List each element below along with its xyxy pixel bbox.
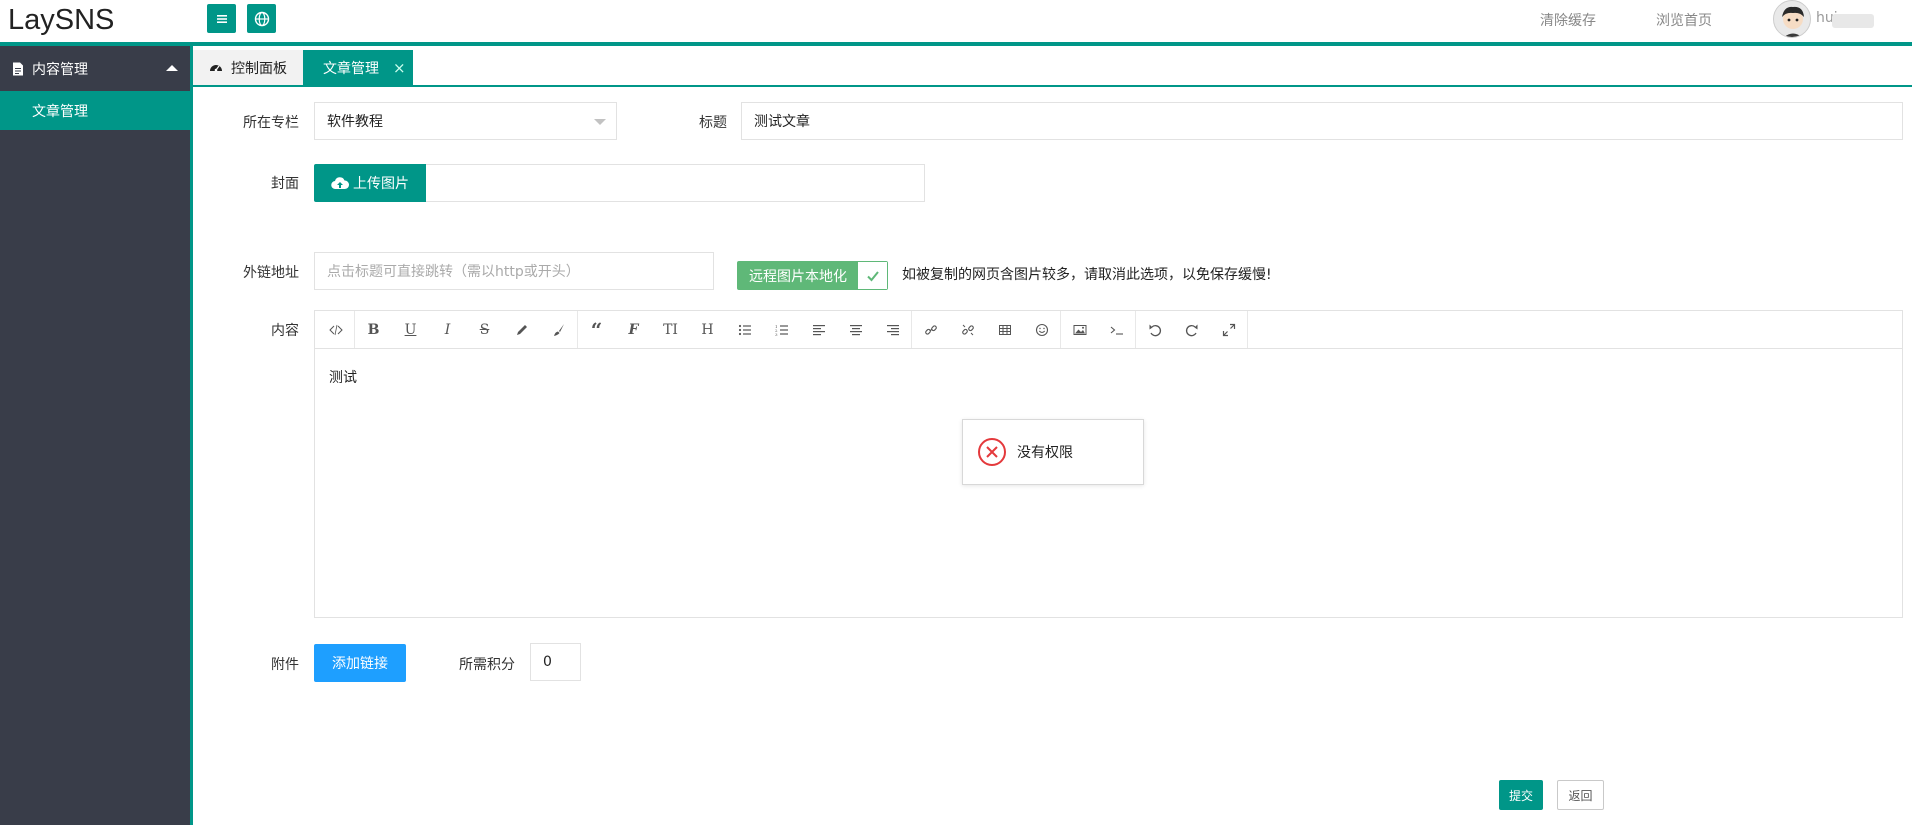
- align-right-icon[interactable]: [874, 311, 911, 348]
- cover-path-field[interactable]: [426, 164, 925, 202]
- font-icon[interactable]: F: [615, 311, 652, 348]
- avatar[interactable]: [1773, 0, 1811, 38]
- editor-content[interactable]: 测试: [315, 349, 1902, 405]
- editor-toolbar: B U I S “ F TI H 123: [315, 311, 1902, 349]
- document-icon: [13, 62, 23, 75]
- heading-icon[interactable]: H: [689, 311, 726, 348]
- bold-icon[interactable]: B: [355, 311, 392, 348]
- title-input-value: 测试文章: [754, 114, 810, 130]
- points-input[interactable]: 0: [530, 643, 581, 681]
- content-label: 内容: [271, 323, 299, 339]
- clear-cache-link[interactable]: 清除缓存: [1540, 10, 1596, 30]
- localize-hint: 如被复制的网页含图片较多，请取消此选项，以免保存缓慢!: [902, 267, 1272, 283]
- sidebar-group-content[interactable]: 内容管理: [0, 46, 190, 91]
- unordered-list-icon[interactable]: [726, 311, 763, 348]
- title-input[interactable]: 测试文章: [741, 102, 1903, 140]
- emoji-icon[interactable]: [1023, 311, 1060, 348]
- sidebar-group-label: 内容管理: [32, 61, 88, 78]
- pencil-icon[interactable]: [503, 311, 540, 348]
- check-icon: [858, 262, 887, 289]
- globe-icon: [254, 11, 269, 26]
- unlink-icon[interactable]: [949, 311, 986, 348]
- terminal-icon[interactable]: [1098, 311, 1135, 348]
- globe-button[interactable]: [247, 4, 276, 33]
- quote-icon[interactable]: “: [578, 311, 615, 348]
- menu-toggle-button[interactable]: [207, 4, 236, 33]
- tab-article-management[interactable]: 文章管理 ×: [303, 50, 413, 85]
- browse-home-link[interactable]: 浏览首页: [1656, 10, 1712, 30]
- tab-dashboard[interactable]: 控制面板: [193, 50, 303, 85]
- sidebar: 内容管理 文章管理: [0, 46, 193, 825]
- external-link-placeholder: 点击标题可直接跳转（需以http或开头）: [327, 264, 580, 280]
- error-message: 没有权限: [1017, 445, 1073, 461]
- cloud-upload-icon: [331, 177, 349, 190]
- menu-icon: [216, 14, 227, 23]
- upload-image-label: 上传图片: [353, 176, 409, 192]
- cover-label: 封面: [271, 176, 299, 192]
- column-select[interactable]: 软件教程: [314, 102, 617, 140]
- underline-icon[interactable]: U: [392, 311, 429, 348]
- localize-images-label: 远程图片本地化: [738, 262, 858, 289]
- table-icon[interactable]: [986, 311, 1023, 348]
- add-link-button[interactable]: 添加链接: [314, 644, 406, 682]
- upload-image-button[interactable]: 上传图片: [314, 164, 426, 202]
- image-icon[interactable]: [1061, 311, 1098, 348]
- sidebar-item-article-management[interactable]: 文章管理: [0, 91, 190, 130]
- top-header: LaySNS 清除缓存 浏览首页 hui: [0, 0, 1912, 46]
- link-icon[interactable]: [912, 311, 949, 348]
- tab-article-management-label: 文章管理: [323, 60, 379, 77]
- brush-icon[interactable]: [540, 311, 577, 348]
- font-size-icon[interactable]: TI: [652, 311, 689, 348]
- error-icon: [978, 438, 1006, 466]
- chevron-down-icon: [594, 119, 606, 125]
- attachment-label: 附件: [271, 657, 299, 673]
- submit-button[interactable]: 提交: [1499, 780, 1543, 810]
- localize-images-checkbox[interactable]: 远程图片本地化: [737, 261, 888, 290]
- redo-icon[interactable]: [1173, 311, 1210, 348]
- column-label: 所在专栏: [243, 115, 299, 131]
- align-center-icon[interactable]: [837, 311, 874, 348]
- error-toast: 没有权限: [962, 419, 1144, 485]
- undo-icon[interactable]: [1136, 311, 1173, 348]
- italic-icon[interactable]: I: [429, 311, 466, 348]
- strikethrough-icon[interactable]: S: [466, 311, 503, 348]
- username-redacted: [1832, 14, 1874, 28]
- title-label: 标题: [699, 115, 727, 131]
- tab-bar: 控制面板 文章管理 ×: [193, 46, 1912, 87]
- logo[interactable]: LaySNS: [8, 4, 114, 37]
- dashboard-icon: [210, 64, 222, 71]
- column-select-value: 软件教程: [327, 114, 383, 130]
- ordered-list-icon[interactable]: 123: [763, 311, 800, 348]
- align-left-icon[interactable]: [800, 311, 837, 348]
- tab-dashboard-label: 控制面板: [231, 60, 287, 77]
- close-icon[interactable]: ×: [393, 59, 406, 77]
- fullscreen-icon[interactable]: [1210, 311, 1247, 348]
- back-button[interactable]: 返回: [1557, 780, 1604, 810]
- code-icon[interactable]: [317, 311, 354, 348]
- points-label: 所需积分: [459, 657, 515, 673]
- caret-up-icon: [166, 65, 178, 71]
- svg-text:3: 3: [775, 332, 778, 337]
- external-link-label: 外链地址: [243, 265, 299, 281]
- external-link-input[interactable]: 点击标题可直接跳转（需以http或开头）: [314, 252, 714, 290]
